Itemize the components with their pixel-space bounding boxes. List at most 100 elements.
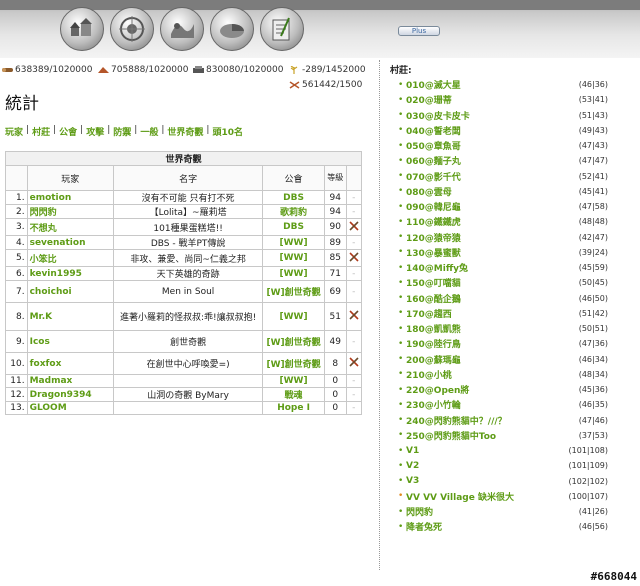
swords-icon[interactable] [349, 220, 359, 231]
village-item[interactable]: • V3 (102|102) [398, 474, 608, 489]
player-link[interactable]: emotion [26, 190, 115, 205]
swords-icon[interactable] [349, 251, 359, 262]
player-link[interactable]: Madmax [26, 374, 115, 388]
village-item[interactable]: • 030@皮卡皮卡 (51|43) [398, 108, 608, 123]
village-link[interactable]: 200@蘇瑪龜 [406, 353, 461, 366]
swords-icon[interactable] [349, 357, 359, 367]
player-link[interactable]: foxfox [26, 352, 115, 375]
village-link[interactable]: 170@趨西 [406, 307, 452, 320]
village-item[interactable]: • 250@閃豹熊貓中Too (37|53) [398, 428, 608, 443]
village-item[interactable]: • 110@鐵鐵虎 (48|48) [398, 214, 608, 229]
village-link[interactable]: V1 [406, 446, 419, 456]
menu-item-5[interactable]: 一般 [140, 125, 158, 138]
village-item[interactable]: • 050@章魚哥 (47|43) [398, 138, 608, 153]
village-item[interactable]: • 170@趨西 (51|42) [398, 306, 608, 321]
alliance-link[interactable]: [WW] [262, 235, 325, 250]
village-link[interactable]: 150@叮噹貓 [406, 276, 461, 289]
attack-icon[interactable] [345, 352, 363, 375]
alliance-link[interactable]: 歌莉豹 [262, 204, 325, 219]
village-item[interactable]: • 200@蘇瑪龜 (46|34) [398, 352, 608, 367]
menu-item-1[interactable]: 村莊 [32, 125, 50, 138]
village-link[interactable]: 110@鐵鐵虎 [406, 215, 461, 228]
village-link[interactable]: V2 [406, 461, 419, 471]
village-item[interactable]: • VV VV Village 缺米很大 (100|107) [398, 489, 608, 504]
village-link[interactable]: 240@閃豹熊貓中？///？ [406, 414, 507, 427]
menu-item-6[interactable]: 世界奇觀 [167, 125, 203, 138]
alliance-link[interactable]: [WW] [262, 302, 325, 331]
village-link[interactable]: 040@誓老闆 [406, 124, 461, 137]
alliance-link[interactable]: [WW] [262, 249, 325, 267]
village-item[interactable]: • 150@叮噹貓 (50|45) [398, 275, 608, 290]
player-link[interactable]: sevenation [26, 235, 115, 250]
village-link[interactable]: 230@小竹輪 [406, 398, 461, 411]
village-link[interactable]: 050@章魚哥 [406, 139, 461, 152]
swords-icon[interactable] [349, 310, 359, 320]
player-link[interactable]: 閃閃豹 [26, 204, 115, 219]
alliance-link[interactable]: [W]創世奇觀 [262, 330, 325, 353]
village-link[interactable]: 180@凱凱熊 [406, 322, 461, 335]
village-item[interactable]: • 閃閃豹 (41|26) [398, 504, 608, 519]
statistics-icon[interactable] [210, 7, 254, 51]
village-link[interactable]: 080@雲母 [406, 185, 452, 198]
attack-icon[interactable] [345, 302, 363, 331]
village-link[interactable]: 020@珊蒂 [406, 93, 452, 106]
player-link[interactable]: 小笨比 [26, 249, 115, 267]
village-item[interactable]: • V2 (101|109) [398, 458, 608, 473]
player-link[interactable]: GLOOM [26, 401, 115, 415]
village-link[interactable]: 160@酷企鵝 [406, 292, 461, 305]
village-item[interactable]: • 240@閃豹熊貓中？///？ (47|46) [398, 413, 608, 428]
alliance-link[interactable]: [W]創世奇觀 [262, 280, 325, 303]
menu-item-0[interactable]: 玩家 [5, 125, 23, 138]
village-item[interactable]: • 090@韓尼龜 (47|58) [398, 199, 608, 214]
village-item[interactable]: • 080@雲母 (45|41) [398, 184, 608, 199]
village-item[interactable]: • 120@猿帝猿 (42|47) [398, 230, 608, 245]
village-center-icon[interactable] [110, 7, 154, 51]
reports-icon[interactable] [260, 7, 304, 51]
village-link[interactable]: 090@韓尼龜 [406, 200, 461, 213]
alliance-link[interactable]: DBS [262, 190, 325, 205]
alliance-link[interactable]: Hope I [262, 401, 325, 415]
village-link[interactable]: VV VV Village 缺米很大 [406, 490, 514, 503]
player-link[interactable]: Mr.K [26, 302, 115, 331]
village-item[interactable]: • 160@酷企鵝 (46|50) [398, 291, 608, 306]
village-link[interactable]: 030@皮卡皮卡 [406, 109, 470, 122]
village-item[interactable]: • 040@誓老闆 (49|43) [398, 123, 608, 138]
menu-item-2[interactable]: 公會 [59, 125, 77, 138]
village-link[interactable]: 220@Open將 [406, 383, 469, 396]
alliance-link[interactable]: [W]創世奇觀 [262, 352, 325, 375]
alliance-link[interactable]: DBS [262, 218, 325, 236]
village-item[interactable]: • 210@小桃 (48|34) [398, 367, 608, 382]
village-item[interactable]: • 010@滅大星 (46|36) [398, 77, 608, 92]
alliance-link[interactable]: [WW] [262, 374, 325, 388]
village-link[interactable]: 190@陸行鳥 [406, 337, 461, 350]
village-item[interactable]: • 140@Miffy兔 (45|59) [398, 260, 608, 275]
player-link[interactable]: Icos [26, 330, 115, 353]
village-link[interactable]: 010@滅大星 [406, 78, 461, 91]
village-item[interactable]: • 070@影千代 (52|41) [398, 169, 608, 184]
menu-item-7[interactable]: 頭10名 [212, 125, 243, 138]
plus-button[interactable]: Plus [398, 26, 440, 36]
alliance-link[interactable]: [WW] [262, 266, 325, 281]
village-item[interactable]: • 230@小竹輪 (46|35) [398, 397, 608, 412]
village-link[interactable]: 210@小桃 [406, 368, 452, 381]
village-link[interactable]: 060@麵子丸 [406, 154, 461, 167]
village-item[interactable]: • 020@珊蒂 (53|41) [398, 92, 608, 107]
attack-icon[interactable] [345, 218, 363, 236]
alliance-link[interactable]: 戰魂 [262, 387, 325, 402]
attack-icon[interactable] [345, 249, 363, 267]
village-link[interactable]: 閃閃豹 [406, 505, 433, 518]
village-item[interactable]: • 220@Open將 (45|36) [398, 382, 608, 397]
village-link[interactable]: 降者兔死 [406, 520, 442, 533]
player-link[interactable]: 不想丸 [26, 218, 115, 236]
village-item[interactable]: • V1 (101|108) [398, 443, 608, 458]
village-item[interactable]: • 060@麵子丸 (47|47) [398, 153, 608, 168]
village-link[interactable]: V3 [406, 476, 419, 486]
village-link[interactable]: 070@影千代 [406, 170, 461, 183]
village-overview-icon[interactable] [60, 7, 104, 51]
village-link[interactable]: 130@暴蜜獸 [406, 246, 461, 259]
player-link[interactable]: kevin1995 [26, 266, 115, 281]
map-icon[interactable] [160, 7, 204, 51]
village-item[interactable]: • 130@暴蜜獸 (39|24) [398, 245, 608, 260]
menu-item-3[interactable]: 攻擊 [86, 125, 104, 138]
village-item[interactable]: • 190@陸行鳥 (47|36) [398, 336, 608, 351]
